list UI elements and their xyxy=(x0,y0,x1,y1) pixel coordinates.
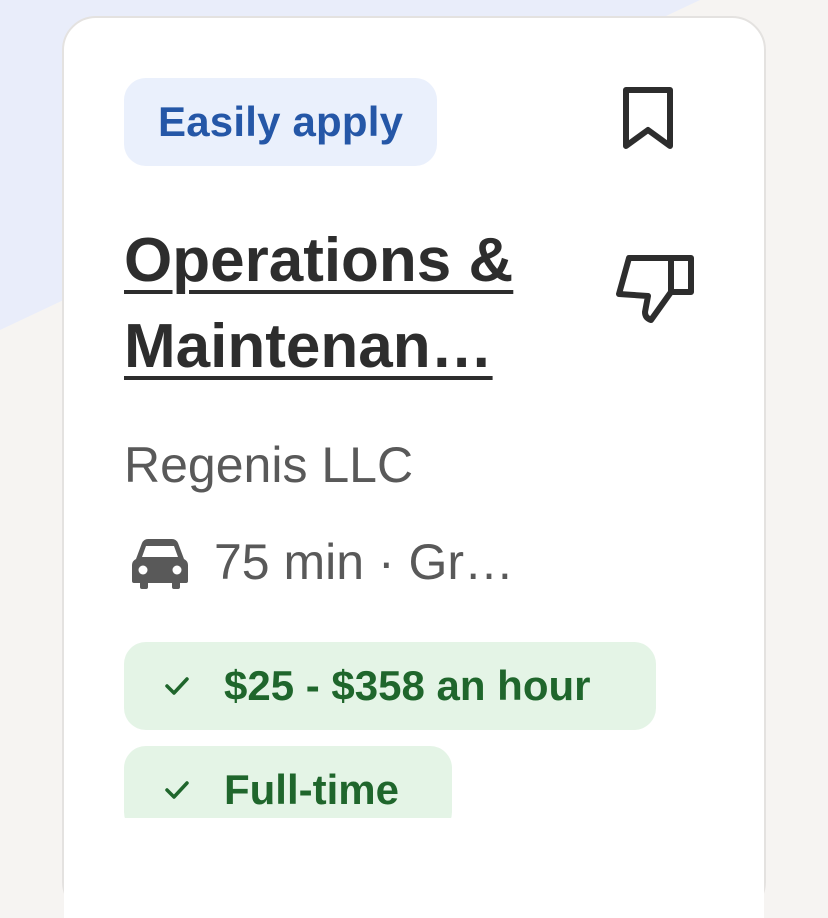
save-job-button[interactable] xyxy=(620,80,676,158)
bookmark-icon xyxy=(623,87,673,149)
check-icon xyxy=(164,676,190,696)
salary-tag[interactable]: $25 - $358 an hour xyxy=(124,642,656,730)
job-card[interactable]: Easily apply Operations & Maintenan… Reg… xyxy=(62,16,766,918)
job-title-link[interactable]: Operations & Maintenan… xyxy=(124,218,564,390)
not-interested-button[interactable] xyxy=(610,248,700,328)
salary-tag-label: $25 - $358 an hour xyxy=(224,662,591,709)
card-bottom-mask xyxy=(64,818,764,918)
thumbs-down-icon xyxy=(616,255,694,323)
easily-apply-badge: Easily apply xyxy=(124,78,438,166)
check-icon xyxy=(164,780,190,800)
company-name: Regenis LLC xyxy=(124,437,414,493)
car-icon xyxy=(132,539,188,589)
commute-info: 75 min · Gr… xyxy=(124,533,514,591)
job-type-tag-label: Full-time xyxy=(224,766,399,813)
commute-text: 75 min · Gr… xyxy=(214,534,515,590)
